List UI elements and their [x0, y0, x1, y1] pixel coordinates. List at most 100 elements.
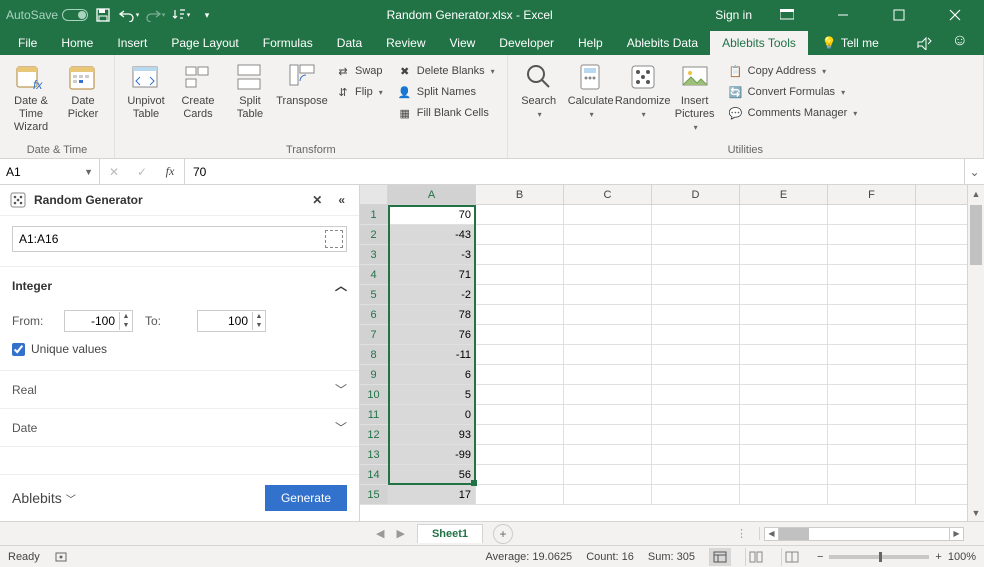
sheet-nav-prev[interactable]: ◀ [370, 527, 390, 540]
tab-insert[interactable]: Insert [105, 31, 159, 55]
share-button[interactable] [906, 31, 942, 55]
row-header[interactable]: 5 [360, 285, 388, 304]
cell[interactable] [828, 445, 916, 464]
cell[interactable] [652, 365, 740, 384]
cell[interactable]: 6 [388, 365, 476, 384]
cell[interactable]: 93 [388, 425, 476, 444]
enter-formula-button[interactable]: ✓ [128, 165, 156, 179]
cell[interactable] [564, 285, 652, 304]
cell[interactable]: 71 [388, 265, 476, 284]
cell[interactable] [476, 325, 564, 344]
page-break-view-button[interactable] [781, 548, 803, 566]
cell[interactable] [740, 285, 828, 304]
unpivot-table-button[interactable]: Unpivot Table [121, 59, 171, 123]
tab-data[interactable]: Data [325, 31, 374, 55]
cell[interactable] [740, 405, 828, 424]
tab-review[interactable]: Review [374, 31, 437, 55]
cell[interactable] [476, 385, 564, 404]
cell[interactable] [564, 245, 652, 264]
cell[interactable] [564, 325, 652, 344]
calculate-button[interactable]: Calculate▾ [566, 59, 616, 122]
unique-values-checkbox[interactable]: Unique values [12, 342, 347, 356]
cell[interactable] [828, 305, 916, 324]
integer-section-header[interactable]: Integer︿ [0, 267, 359, 304]
to-input[interactable] [198, 314, 252, 328]
cell[interactable] [652, 245, 740, 264]
cell[interactable] [740, 385, 828, 404]
row-header[interactable]: 2 [360, 225, 388, 244]
cell[interactable] [476, 205, 564, 224]
delete-blanks-button[interactable]: ✖Delete Blanks▾ [393, 61, 499, 81]
zoom-in-button[interactable]: + [935, 551, 941, 563]
from-input[interactable] [65, 314, 119, 328]
transpose-button[interactable]: Transpose [277, 59, 327, 110]
cell[interactable] [652, 485, 740, 504]
tab-home[interactable]: Home [49, 31, 105, 55]
page-layout-view-button[interactable] [745, 548, 767, 566]
add-sheet-button[interactable]: + [493, 524, 513, 544]
cell[interactable] [564, 205, 652, 224]
qat-customize-button[interactable]: ▾ [196, 4, 218, 26]
cell[interactable] [652, 425, 740, 444]
save-button[interactable] [92, 4, 114, 26]
cell[interactable] [476, 465, 564, 484]
row-header[interactable]: 12 [360, 425, 388, 444]
cell[interactable] [828, 385, 916, 404]
randomize-button[interactable]: Randomize▾ [618, 59, 668, 122]
search-button[interactable]: Search▾ [514, 59, 564, 122]
tab-pagelayout[interactable]: Page Layout [159, 31, 250, 55]
collapse-icon[interactable]: « [334, 191, 349, 209]
cell[interactable] [828, 485, 916, 504]
signin-link[interactable]: Sign in [715, 8, 752, 22]
row-header[interactable]: 4 [360, 265, 388, 284]
cell[interactable] [564, 225, 652, 244]
cell[interactable] [564, 345, 652, 364]
swap-button[interactable]: ⇄Swap [331, 61, 387, 81]
row-header[interactable]: 1 [360, 205, 388, 224]
cell[interactable]: 17 [388, 485, 476, 504]
cell[interactable] [652, 465, 740, 484]
spin-up[interactable]: ▲ [253, 312, 265, 321]
sheet-tab-sheet1[interactable]: Sheet1 [417, 524, 483, 543]
cell[interactable] [476, 265, 564, 284]
split-names-button[interactable]: 👤Split Names [393, 82, 499, 102]
select-all-corner[interactable] [360, 185, 388, 204]
row-header[interactable]: 9 [360, 365, 388, 384]
range-input[interactable] [12, 226, 347, 252]
scroll-up-icon[interactable]: ▲ [968, 185, 984, 202]
cell[interactable] [564, 365, 652, 384]
zoom-slider[interactable] [829, 555, 929, 559]
cell[interactable]: -3 [388, 245, 476, 264]
cell[interactable] [828, 285, 916, 304]
cell[interactable] [564, 485, 652, 504]
cell[interactable]: -99 [388, 445, 476, 464]
spin-down[interactable]: ▼ [253, 321, 265, 330]
cell[interactable] [828, 245, 916, 264]
sort-button[interactable]: ▾ [170, 4, 192, 26]
col-header-b[interactable]: B [476, 185, 564, 204]
cell[interactable] [476, 225, 564, 244]
vertical-scrollbar[interactable]: ▲ ▼ [967, 185, 984, 521]
cell[interactable] [828, 465, 916, 484]
date-section-header[interactable]: Date﹀ [0, 409, 359, 446]
row-header[interactable]: 8 [360, 345, 388, 364]
scroll-left-icon[interactable]: ◀ [765, 528, 779, 540]
close-button[interactable] [934, 1, 976, 29]
flip-button[interactable]: ⇵Flip▾ [331, 82, 387, 102]
cell[interactable] [476, 245, 564, 264]
scroll-down-icon[interactable]: ▼ [968, 504, 984, 521]
cell[interactable]: 56 [388, 465, 476, 484]
tab-developer[interactable]: Developer [487, 31, 566, 55]
cell[interactable]: 76 [388, 325, 476, 344]
cell[interactable] [740, 465, 828, 484]
cell[interactable] [828, 205, 916, 224]
spin-up[interactable]: ▲ [120, 312, 132, 321]
create-cards-button[interactable]: Create Cards [173, 59, 223, 123]
cell[interactable]: 70 [388, 205, 476, 224]
cell[interactable] [828, 225, 916, 244]
cell[interactable] [476, 445, 564, 464]
name-box[interactable]: A1▼ [0, 159, 100, 184]
cell[interactable] [740, 225, 828, 244]
zoom-out-button[interactable]: − [817, 551, 823, 563]
tab-view[interactable]: View [438, 31, 488, 55]
